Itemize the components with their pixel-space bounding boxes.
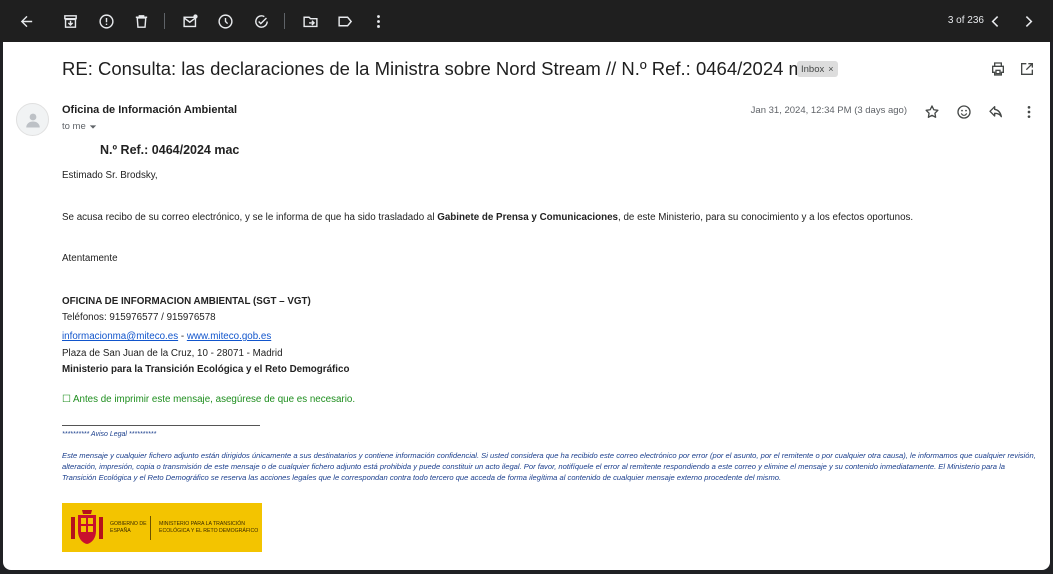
print-all-button[interactable]: [988, 59, 1008, 79]
remove-label-icon[interactable]: ×: [828, 64, 833, 74]
caret-down-icon: [89, 124, 96, 129]
more-options-button[interactable]: [366, 9, 390, 33]
signature-links: informacionma@miteco.es - www.miteco.gob…: [62, 331, 271, 342]
snooze-button[interactable]: [213, 9, 237, 33]
body-paragraph: Se acusa recibo de su correo electrónico…: [62, 212, 913, 223]
label-icon: [337, 16, 352, 26]
legal-notice-text: Este mensaje y cualquier fichero adjunto…: [62, 451, 1036, 483]
signature-divider: [62, 425, 260, 426]
reference-number: N.º Ref.: 0464/2024 mac: [100, 143, 240, 157]
move-to-button[interactable]: [298, 9, 322, 33]
toolbar-divider: [284, 13, 285, 29]
prev-chevron-icon: [991, 15, 998, 27]
logo-government-text: GOBIERNO DE ESPAÑA: [110, 521, 147, 534]
message-date: Jan 31, 2024, 12:34 PM (3 days ago): [750, 105, 907, 116]
sender-avatar: [16, 103, 49, 136]
star-button[interactable]: [921, 101, 943, 123]
label-button[interactable]: [333, 9, 357, 33]
email-subject: RE: Consulta: las declaraciones de la Mi…: [62, 58, 824, 79]
print-icon: [992, 62, 1004, 76]
mark-unread-icon: [182, 13, 198, 27]
archive-icon: [63, 14, 77, 28]
print-notice: ☐ Antes de imprimir este mensaje, asegúr…: [62, 394, 356, 405]
subject-row: RE: Consulta: las declaraciones de la Mi…: [3, 42, 1050, 98]
more-vert-icon: [376, 14, 380, 28]
message-panel: RE: Consulta: las declaraciones de la Mi…: [3, 42, 1050, 570]
avatar-person-icon: [25, 113, 40, 127]
report-spam-icon: [98, 13, 114, 29]
report-spam-button[interactable]: [94, 9, 118, 33]
mark-unread-button[interactable]: [178, 9, 202, 33]
paragraph-text: Se acusa recibo de su correo electrónico…: [62, 212, 438, 223]
message-more-button[interactable]: [1018, 101, 1040, 123]
move-to-icon: [302, 16, 318, 27]
message-toolbar: 3 of 236: [0, 0, 1053, 42]
signature-office: OFICINA DE INFORMACION AMBIENTAL (SGT – …: [62, 296, 311, 307]
paragraph-bold: Gabinete de Prensa y Comunicaciones: [437, 212, 618, 223]
message-counter: 3 of 236: [947, 15, 984, 26]
reply-icon: [989, 106, 1002, 118]
government-logo: GOBIERNO DE ESPAÑA MINISTERIO PARA LA TR…: [62, 503, 262, 552]
paragraph-text: , de este Ministerio, para su conocimien…: [618, 212, 914, 223]
delete-icon: [135, 14, 147, 28]
add-task-button[interactable]: [249, 9, 273, 33]
back-arrow-icon: [20, 15, 32, 27]
greeting: Estimado Sr. Brodsky,: [62, 170, 158, 181]
older-message-button[interactable]: [1016, 9, 1040, 33]
to-me-label: to me: [62, 121, 86, 132]
signature-address: Plaza de San Juan de la Cruz, 10 - 28071…: [62, 348, 283, 359]
closing: Atentamente: [62, 253, 118, 264]
next-chevron-icon: [1025, 15, 1032, 27]
inbox-label-text: Inbox: [801, 63, 825, 75]
back-button[interactable]: [14, 9, 38, 33]
website-link[interactable]: www.miteco.gob.es: [187, 331, 271, 342]
more-vert-icon: [1027, 106, 1031, 118]
delete-button[interactable]: [129, 9, 153, 33]
signature-ministry: Ministerio para la Transición Ecológica …: [62, 364, 350, 375]
recipient-details-toggle[interactable]: to me: [62, 121, 97, 132]
emoji-icon: [957, 105, 971, 119]
sender-name[interactable]: Oficina de Información Ambiental: [62, 104, 237, 116]
legal-notice-heading: ********** Aviso Legal **********: [62, 431, 157, 438]
archive-button[interactable]: [58, 9, 82, 33]
toolbar-divider: [164, 13, 165, 29]
logo-divider: [150, 516, 151, 540]
open-new-window-button[interactable]: [1017, 59, 1037, 79]
reply-button[interactable]: [985, 101, 1007, 123]
add-reaction-button[interactable]: [953, 101, 975, 123]
logo-ministry-text: MINISTERIO PARA LA TRANSICIÓN ECOLÓGICA …: [159, 521, 259, 534]
signature-phones: Teléfonos: 915976577 / 915976578: [62, 312, 216, 323]
email-link[interactable]: informacionma@miteco.es: [62, 331, 178, 342]
open-new-window-icon: [1021, 63, 1033, 75]
newer-message-button[interactable]: [983, 9, 1007, 33]
coat-of-arms-icon: [71, 510, 103, 544]
link-separator: -: [178, 331, 187, 342]
snooze-icon: [217, 13, 233, 29]
star-icon: [925, 105, 939, 118]
add-task-icon: [254, 14, 268, 28]
inbox-label-chip[interactable]: Inbox ×: [797, 61, 838, 77]
